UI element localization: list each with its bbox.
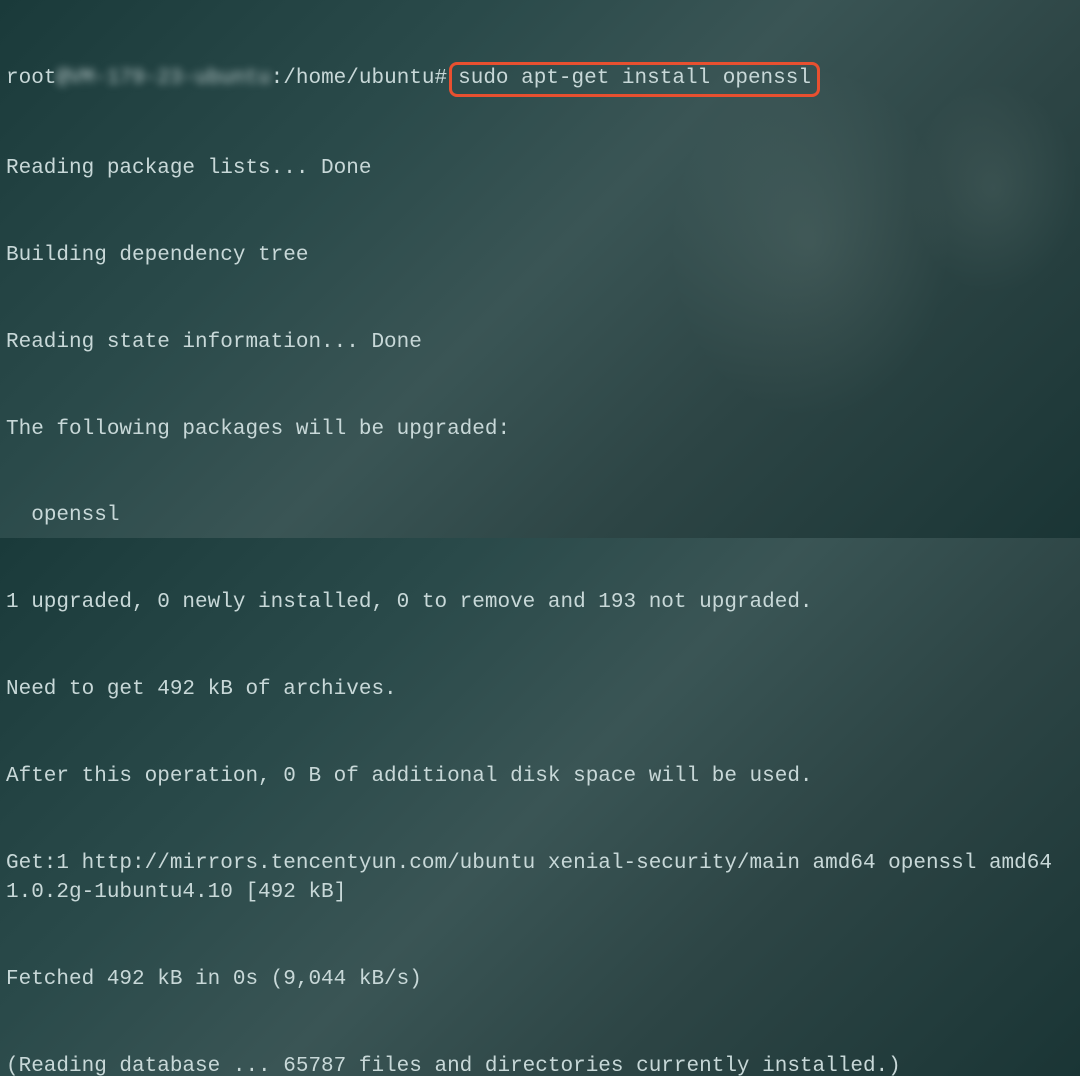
output-line: Get:1 http://mirrors.tencentyun.com/ubun… — [6, 850, 1074, 908]
output-line: 1 upgraded, 0 newly installed, 0 to remo… — [6, 589, 1074, 618]
command-text: sudo apt-get install openssl — [458, 67, 811, 90]
prompt-path: :/home/ubuntu# — [271, 65, 447, 94]
prompt-user: root — [6, 65, 56, 94]
highlighted-command: sudo apt-get install openssl — [449, 62, 820, 97]
output-line: The following packages will be upgraded: — [6, 416, 1074, 445]
terminal-output[interactable]: root@VM-179-23-ubuntu:/home/ubuntu# sudo… — [6, 4, 1074, 1076]
output-line: Need to get 492 kB of archives. — [6, 676, 1074, 705]
output-line: (Reading database ... 65787 files and di… — [6, 1053, 1074, 1076]
output-line: openssl — [6, 502, 1074, 531]
output-line: Reading package lists... Done — [6, 155, 1074, 184]
prompt-line-1: root@VM-179-23-ubuntu:/home/ubuntu# sudo… — [6, 62, 1074, 97]
output-line: Fetched 492 kB in 0s (9,044 kB/s) — [6, 966, 1074, 995]
output-line: Reading state information... Done — [6, 329, 1074, 358]
output-line: After this operation, 0 B of additional … — [6, 763, 1074, 792]
prompt-host-blurred: @VM-179-23-ubuntu — [56, 65, 270, 94]
output-line: Building dependency tree — [6, 242, 1074, 271]
